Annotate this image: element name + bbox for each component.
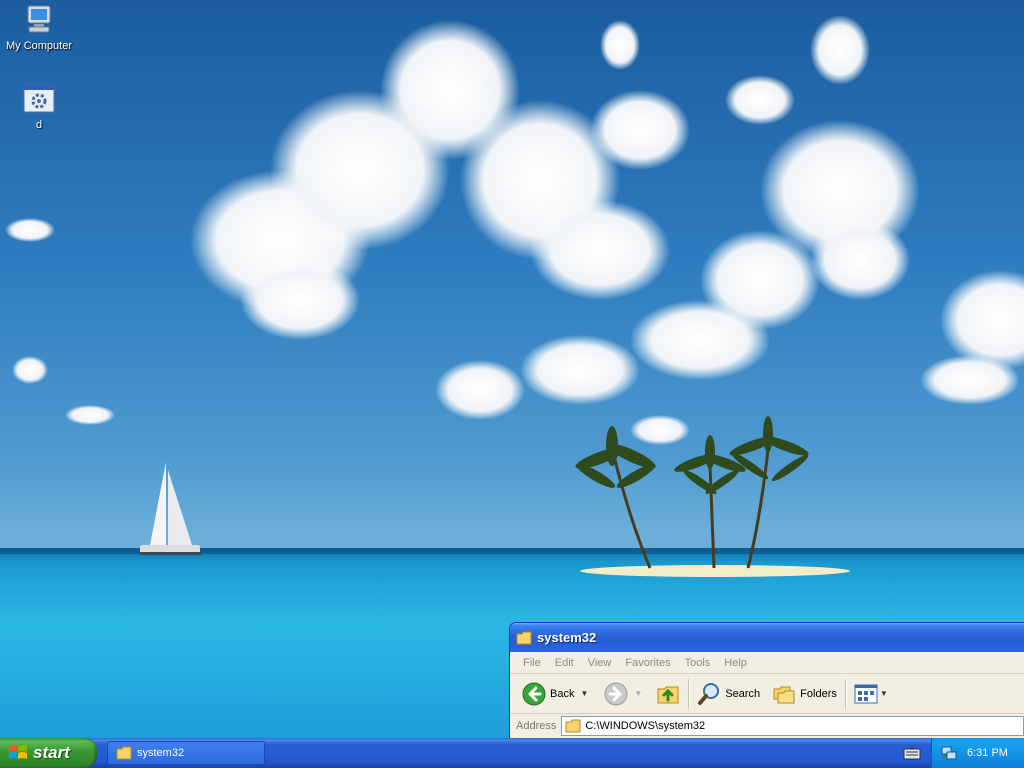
- clouds: [5, 15, 1024, 445]
- menu-edit[interactable]: Edit: [548, 657, 581, 669]
- sailboat: [140, 462, 202, 555]
- address-field[interactable]: C:\WINDOWS\system32: [561, 716, 1024, 736]
- clock[interactable]: 6:31 PM: [967, 747, 1008, 759]
- windows-logo-icon: [9, 745, 27, 759]
- address-path: C:\WINDOWS\system32: [585, 720, 706, 732]
- search-label: Search: [725, 687, 761, 700]
- desktop-icon-d[interactable]: d: [1, 84, 77, 131]
- folders-icon: [773, 686, 795, 703]
- up-button[interactable]: [652, 678, 684, 710]
- address-label: Address: [516, 720, 557, 732]
- folder-icon: [565, 719, 581, 733]
- system-tray: 6:31 PM: [931, 738, 1024, 768]
- address-bar: Address C:\WINDOWS\system32: [510, 714, 1024, 738]
- folders-button[interactable]: Folders: [768, 678, 841, 710]
- folder-icon: [116, 746, 132, 760]
- chevron-down-icon[interactable]: ▼: [880, 689, 888, 698]
- back-arrow-icon: [522, 682, 546, 705]
- search-button[interactable]: Search: [693, 678, 764, 710]
- taskbar: start system32 6:31 PM: [0, 738, 1024, 768]
- taskbar-item-label: system32: [137, 747, 185, 759]
- menu-view[interactable]: View: [581, 657, 619, 669]
- toolbar-separator: [844, 678, 846, 709]
- network-icon[interactable]: [941, 745, 957, 761]
- views-button[interactable]: ▼: [850, 678, 892, 710]
- folder-up-icon: [657, 686, 679, 703]
- desktop-icon-my-computer[interactable]: My Computer: [1, 3, 77, 52]
- my-computer-icon: [27, 5, 51, 33]
- desktop-icon-label: d: [35, 119, 43, 131]
- menu-favorites[interactable]: Favorites: [618, 657, 677, 669]
- back-label: Back: [550, 687, 575, 700]
- search-icon: [698, 682, 720, 705]
- chevron-down-icon[interactable]: ▼: [580, 689, 588, 698]
- chevron-down-icon[interactable]: ▼: [634, 689, 642, 698]
- palm-leaves: [575, 416, 809, 494]
- menu-bar: File Edit View Favorites Tools Help: [510, 652, 1024, 674]
- menu-help[interactable]: Help: [717, 657, 754, 669]
- explorer-window[interactable]: system32 File Edit View Favorites Tools …: [509, 622, 1024, 738]
- views-icon: [854, 684, 878, 703]
- toolbar: Back ▼ ▼ Search Folders ▼: [510, 674, 1024, 714]
- window-title: system32: [537, 630, 597, 645]
- keyboard-icon[interactable]: [903, 745, 921, 761]
- menu-tools[interactable]: Tools: [678, 657, 718, 669]
- menu-file[interactable]: File: [516, 657, 548, 669]
- start-label: start: [33, 743, 70, 762]
- back-button[interactable]: Back ▼: [518, 678, 592, 710]
- toolbar-separator: [688, 678, 690, 709]
- folders-label: Folders: [800, 687, 837, 700]
- window-titlebar[interactable]: system32: [510, 623, 1024, 652]
- start-button[interactable]: start: [0, 738, 97, 768]
- forward-arrow-icon: [604, 682, 628, 705]
- taskbar-item-system32[interactable]: system32: [107, 741, 265, 765]
- desktop-icon-label: My Computer: [5, 40, 73, 52]
- forward-button[interactable]: ▼: [600, 678, 646, 710]
- application-icon: [23, 84, 55, 113]
- folder-icon: [516, 631, 532, 644]
